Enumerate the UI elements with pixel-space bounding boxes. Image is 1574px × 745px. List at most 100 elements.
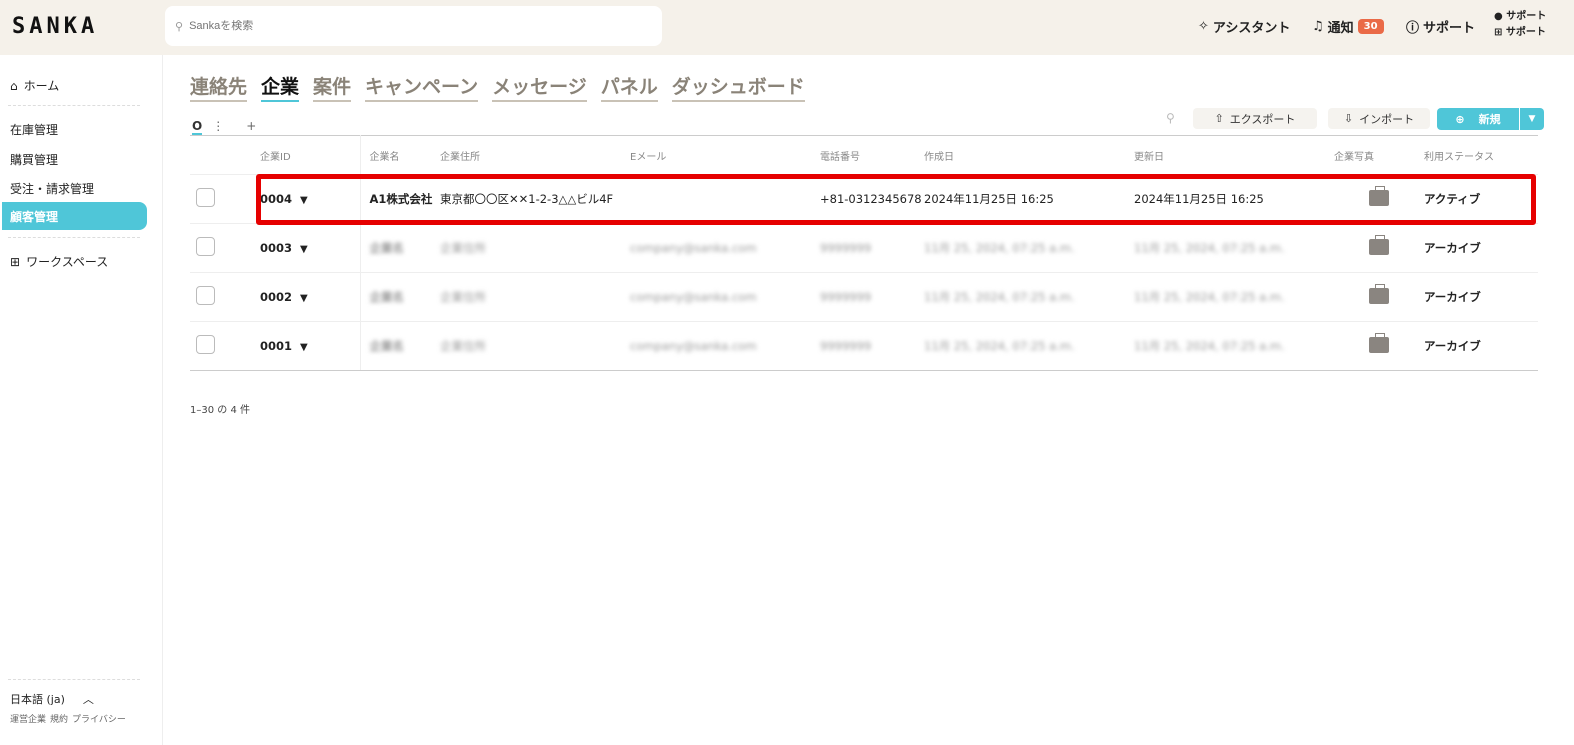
caret-down-icon[interactable]: ▼ <box>300 342 308 353</box>
table-row[interactable]: 0003 ▼ 企業名 企業住所 company@sanka.com 999999… <box>190 223 1538 273</box>
email-cell: company@sanka.com <box>630 272 820 322</box>
header-created[interactable]: 作成日 <box>924 136 1134 175</box>
tab-campaigns[interactable]: キャンペーン <box>365 72 479 102</box>
company-link[interactable]: 運営企業 <box>10 712 46 725</box>
header-photo[interactable]: 企業写真 <box>1334 136 1424 175</box>
created-date: 2024年11月25日 16:25 <box>924 192 1054 206</box>
search-box[interactable]: ⚲ <box>165 6 662 46</box>
updated-date: 11月 25, 2024, 07:25 a.m. <box>1134 290 1285 304</box>
sidebar-item-customers[interactable]: 顧客管理 <box>2 202 147 230</box>
tab-deals[interactable]: 案件 <box>313 72 352 102</box>
briefcase-icon <box>1369 185 1389 206</box>
photo-cell <box>1334 321 1424 371</box>
header-email[interactable]: Eメール <box>630 136 820 175</box>
name-cell[interactable]: 企業名 <box>360 223 440 273</box>
tab-panels[interactable]: パネル <box>600 72 658 102</box>
notifications-button[interactable]: ♫ 通知 30 <box>1312 17 1384 36</box>
company-id: 0002 <box>260 290 293 304</box>
header-updated[interactable]: 更新日 <box>1134 136 1334 175</box>
name-cell[interactable]: 企業名 <box>360 272 440 322</box>
plus-icon: ⊕ <box>1455 112 1465 126</box>
company-id: 0003 <box>260 241 293 255</box>
table-row[interactable]: 0001 ▼ 企業名 企業住所 company@sanka.com 999999… <box>190 321 1538 371</box>
created-cell: 11月 25, 2024, 07:25 a.m. <box>924 321 1134 371</box>
sidebar-item-home[interactable]: ⌂ ホーム <box>10 77 59 94</box>
row-checkbox[interactable] <box>196 237 215 256</box>
id-cell[interactable]: 0003 ▼ <box>260 223 361 273</box>
export-button[interactable]: ⇧ エクスポート <box>1193 108 1317 129</box>
user-menu[interactable]: ● サポート ⊞ サポート <box>1494 9 1546 41</box>
terms-link[interactable]: 規約 <box>50 712 68 725</box>
phone-cell: +81-0312345678 <box>820 174 924 224</box>
table-row[interactable]: 0004 ▼ A1株式会社 東京都〇〇区✕✕1-2-3△△ビル4F +81-03… <box>190 174 1538 224</box>
add-view-icon[interactable]: + <box>246 119 256 135</box>
sidebar-item-purchasing[interactable]: 購買管理 <box>10 151 58 168</box>
email-cell: company@sanka.com <box>630 223 820 273</box>
name-cell[interactable]: 企業名 <box>360 321 440 371</box>
name-cell[interactable]: A1株式会社 <box>360 174 440 224</box>
import-button[interactable]: ⇩ インポート <box>1328 108 1430 129</box>
row-checkbox-cell <box>190 272 260 322</box>
divider <box>8 679 140 680</box>
company-address: 企業住所 <box>440 290 486 304</box>
row-checkbox-cell <box>190 174 260 224</box>
updated-date: 11月 25, 2024, 07:25 a.m. <box>1134 241 1285 255</box>
caret-down-icon[interactable]: ▼ <box>300 293 308 304</box>
address-cell: 企業住所 <box>440 321 630 371</box>
id-cell[interactable]: 0004 ▼ <box>260 174 361 224</box>
logo[interactable]: SANKA <box>12 14 98 39</box>
footer-links: 運営企業 規約 プライバシー <box>10 712 126 725</box>
id-cell[interactable]: 0002 ▼ <box>260 272 361 322</box>
new-label: 新規 <box>1478 113 1501 126</box>
header-id[interactable]: 企業ID <box>260 135 361 175</box>
more-icon[interactable]: ⋮ <box>212 119 224 135</box>
header-address[interactable]: 企業住所 <box>440 136 630 175</box>
top-header: SANKA ⚲ ✧アシスタント ♫通知30 ⓘサポート ● サポート ⊞ サポー… <box>0 0 1574 55</box>
tab-messages[interactable]: メッセージ <box>492 72 587 102</box>
search-input[interactable] <box>189 20 590 32</box>
language-label: 日本語 (ja) <box>10 693 65 706</box>
upload-icon: ⇧ <box>1214 112 1224 125</box>
assistant-button[interactable]: ✧ アシスタント <box>1198 17 1290 36</box>
updated-cell: 2024年11月25日 16:25 <box>1134 174 1334 224</box>
row-checkbox[interactable] <box>196 188 215 207</box>
header-status[interactable]: 利用ステータス <box>1424 136 1538 175</box>
status-cell: アーカイブ <box>1424 272 1538 322</box>
search-icon[interactable]: ⚲ <box>1166 111 1175 125</box>
updated-date: 11月 25, 2024, 07:25 a.m. <box>1134 339 1285 353</box>
header-checkbox-col <box>190 136 260 175</box>
new-button[interactable]: ⊕ 新規 <box>1437 108 1520 130</box>
chevron-up-icon: ︿ <box>82 693 94 706</box>
support-button[interactable]: ⓘ サポート <box>1406 17 1475 36</box>
header-name[interactable]: 企業名 <box>360 136 440 175</box>
address-cell: 企業住所 <box>440 272 630 322</box>
phone-cell: 9999999 <box>820 321 924 371</box>
company-email: company@sanka.com <box>630 290 757 304</box>
row-checkbox[interactable] <box>196 335 215 354</box>
id-cell[interactable]: 0001 ▼ <box>260 321 361 371</box>
created-cell: 11月 25, 2024, 07:25 a.m. <box>924 272 1134 322</box>
caret-down-icon[interactable]: ▼ <box>300 244 308 255</box>
pagination-info: 1–30 の 4 件 <box>190 405 250 416</box>
privacy-link[interactable]: プライバシー <box>72 712 126 725</box>
import-label: インポート <box>1359 112 1415 126</box>
email-cell: company@sanka.com <box>630 321 820 371</box>
row-checkbox-cell <box>190 223 260 273</box>
row-checkbox[interactable] <box>196 286 215 305</box>
sidebar-item-inventory[interactable]: 在庫管理 <box>10 121 58 138</box>
company-address: 東京都〇〇区✕✕1-2-3△△ビル4F <box>440 192 614 206</box>
caret-down-icon[interactable]: ▼ <box>300 195 308 206</box>
tab-companies[interactable]: 企業 <box>261 72 300 102</box>
phone-cell: 9999999 <box>820 272 924 322</box>
sidebar-item-orders[interactable]: 受注・請求管理 <box>10 180 94 197</box>
divider <box>8 237 140 238</box>
table-row[interactable]: 0002 ▼ 企業名 企業住所 company@sanka.com 999999… <box>190 272 1538 322</box>
view-circle-icon[interactable]: O <box>192 119 203 135</box>
tab-contacts[interactable]: 連絡先 <box>190 72 248 102</box>
company-id: 0001 <box>260 339 293 353</box>
header-phone[interactable]: 電話番号 <box>820 136 924 175</box>
language-selector[interactable]: 日本語 (ja) ︿ <box>10 691 94 707</box>
sidebar-item-workspace[interactable]: ⊞ ワークスペース <box>10 253 108 270</box>
new-dropdown-chevron-icon[interactable]: ▼ <box>1520 108 1544 130</box>
tab-dashboards[interactable]: ダッシュボード <box>671 72 805 102</box>
